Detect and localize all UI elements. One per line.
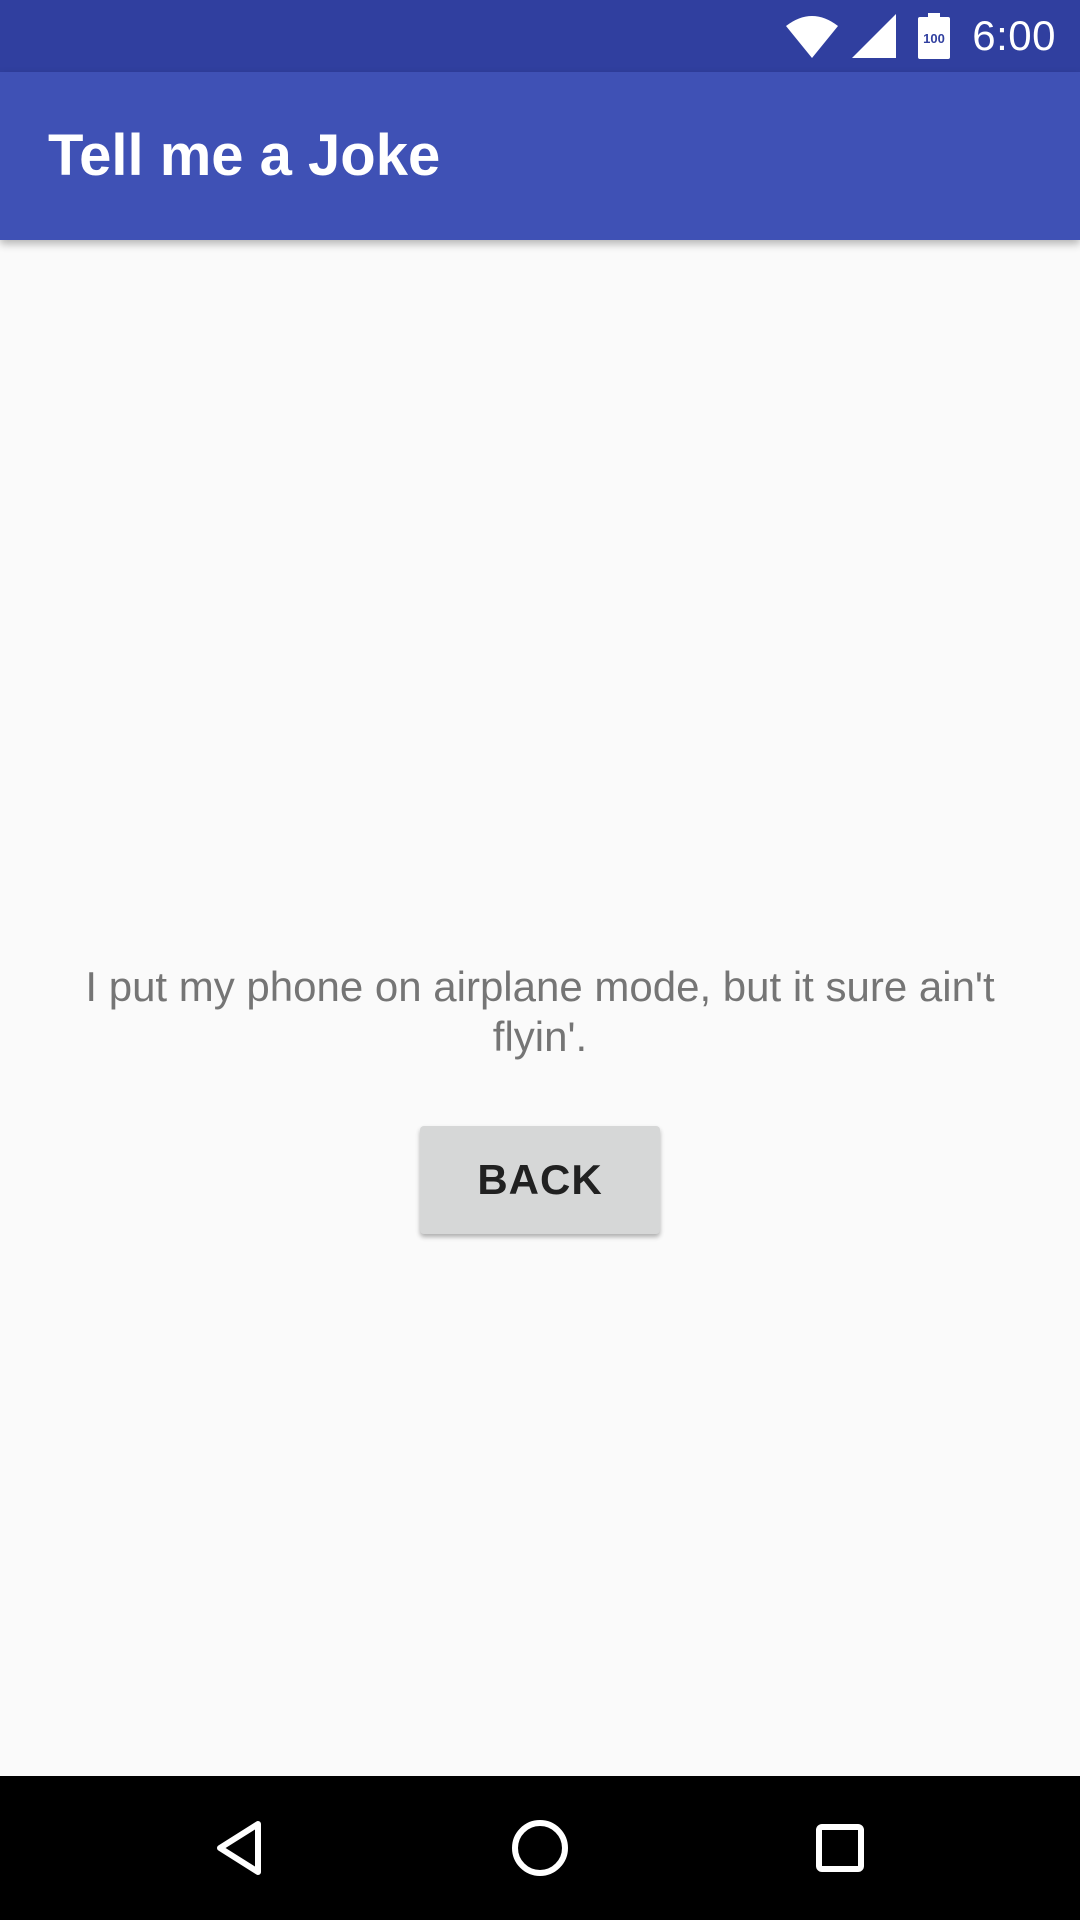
cell-signal-icon: [852, 14, 897, 58]
joke-text: I put my phone on airplane mode, but it …: [85, 963, 995, 1060]
status-bar: 100 6:00: [0, 0, 1080, 72]
recents-square-icon: [816, 1824, 864, 1872]
status-icons: 100 6:00: [784, 0, 1056, 72]
nav-recents-button[interactable]: [792, 1800, 888, 1896]
battery-icon: 100: [918, 13, 951, 59]
app-title: Tell me a Joke: [48, 123, 441, 188]
content-area: I put my phone on airplane mode, but it …: [0, 240, 1080, 1776]
nav-home-button[interactable]: [492, 1800, 588, 1896]
battery-level-text: 100: [923, 31, 945, 46]
back-triangle-icon: [217, 1821, 261, 1875]
app-bar: Tell me a Joke: [0, 72, 1080, 240]
screen: 100 6:00 Tell me a Joke I put my phone o…: [0, 0, 1080, 1920]
wifi-icon: [786, 16, 839, 58]
nav-back-button[interactable]: [192, 1800, 288, 1896]
back-button[interactable]: BACK: [420, 1126, 660, 1234]
home-circle-icon: [512, 1820, 568, 1876]
navigation-bar: [0, 1776, 1080, 1920]
status-clock: 6:00: [972, 12, 1056, 59]
